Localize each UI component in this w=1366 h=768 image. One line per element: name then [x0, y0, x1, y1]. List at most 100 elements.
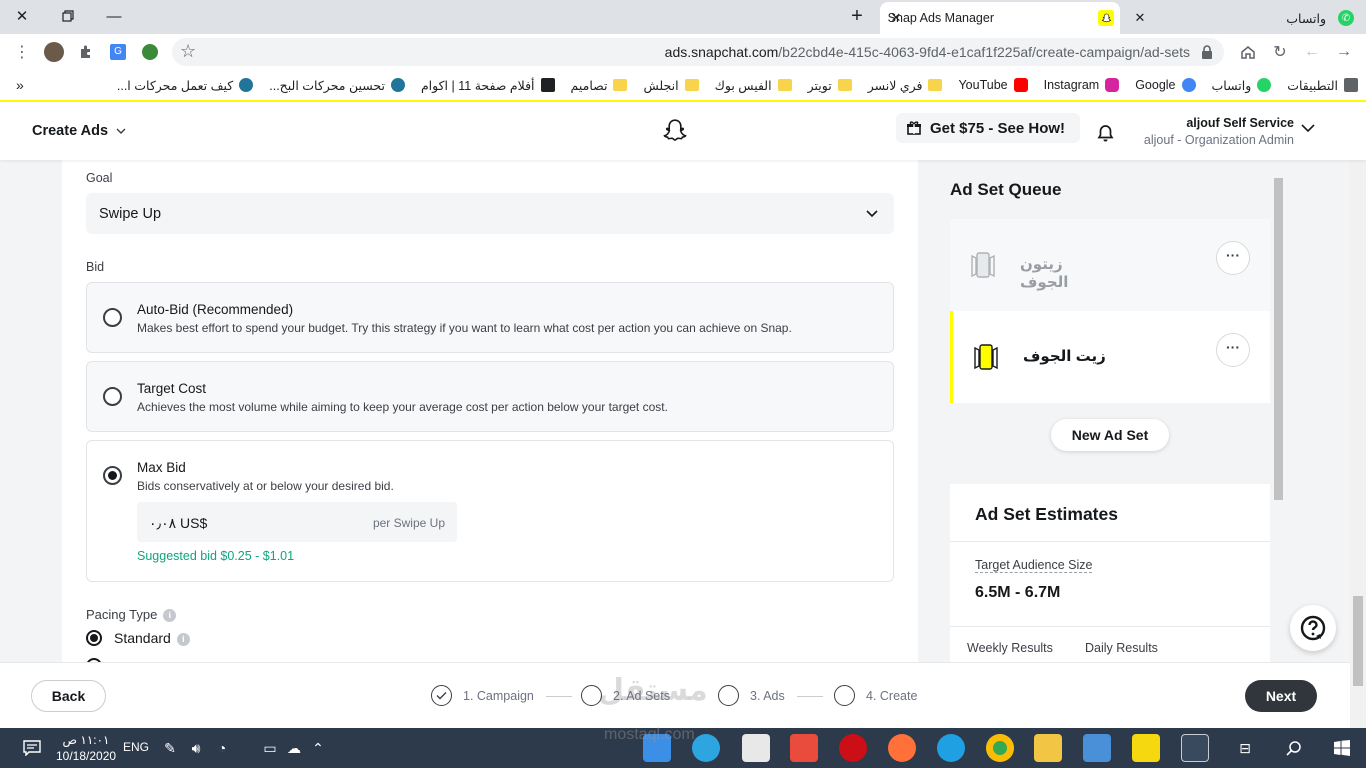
tab-whatsapp[interactable]: ✆ واتساب ✕ [1130, 2, 1360, 34]
bid-option-target-cost[interactable]: Target Cost Achieves the most volume whi… [86, 361, 894, 432]
queue-item-name: زيت الجوف [1023, 348, 1106, 365]
firefox-icon[interactable] [888, 734, 916, 762]
info-icon[interactable]: i [176, 632, 190, 646]
bookmark-item[interactable]: أفلام صفحة 11 | اكوام [421, 78, 555, 93]
notifications-bell-icon[interactable] [1097, 124, 1114, 142]
notifications-icon[interactable] [20, 736, 44, 760]
mail-icon[interactable] [1083, 734, 1111, 762]
pacing-standard-radio[interactable] [86, 630, 102, 646]
input-language-indicator[interactable]: ENG [123, 740, 149, 754]
bookmark-item[interactable]: كيف تعمل محركات ا... [117, 78, 254, 93]
create-ads-menu[interactable]: Create Ads [32, 123, 126, 139]
taskbar-app-icon[interactable] [790, 734, 818, 762]
step-ads[interactable]: 3. Ads [718, 685, 785, 706]
bookmark-item[interactable]: تويتر [808, 78, 852, 93]
bookmark-item[interactable]: انجلش [643, 78, 699, 93]
system-clock[interactable]: ١١:٠١ ص 10/18/2020 [56, 732, 116, 764]
window-restore-icon[interactable] [48, 3, 88, 29]
home-icon[interactable] [1236, 40, 1260, 64]
bookmark-item[interactable]: فري لانسر [868, 78, 943, 93]
divider [950, 626, 1270, 627]
bookmark-item[interactable]: الفيس بوك [715, 78, 792, 93]
step-label: 1. Campaign [463, 688, 534, 703]
auto-bid-radio[interactable] [103, 308, 122, 327]
bid-option-auto[interactable]: Auto-Bid (Recommended) Makes best effort… [86, 282, 894, 353]
forward-arrow-icon[interactable]: → [1332, 40, 1356, 64]
daily-results-tab[interactable]: Daily Results [1085, 641, 1158, 655]
next-button[interactable]: Next [1245, 680, 1317, 712]
account-switcher[interactable]: aljouf Self Service aljouf - Organizatio… [1144, 116, 1294, 147]
profile-avatar[interactable] [42, 40, 66, 64]
new-ad-set-button[interactable]: New Ad Set [1051, 419, 1169, 451]
bookmark-item[interactable]: YouTube [958, 78, 1028, 92]
back-arrow-icon[interactable]: ← [1300, 40, 1324, 64]
chevron-down-icon [866, 210, 878, 218]
bookmark-star-icon[interactable]: ☆ [180, 41, 196, 62]
opera-icon[interactable] [839, 734, 867, 762]
max-bid-input[interactable]: ٠٫٠٨ US$ per Swipe Up [137, 502, 457, 542]
panel-scrollbar-thumb[interactable] [1274, 178, 1283, 500]
store-icon[interactable] [1181, 734, 1209, 762]
sticky-notes-icon[interactable] [1132, 734, 1160, 762]
audience-size-label[interactable]: Target Audience Size [975, 558, 1093, 573]
back-button[interactable]: Back [31, 680, 106, 712]
tab-close-icon[interactable]: ✕ [886, 10, 906, 26]
queue-item-name: زيتون الجوف [1020, 256, 1069, 291]
bookmark-item[interactable]: Google [1135, 78, 1196, 92]
windows-start-icon[interactable] [1330, 736, 1354, 760]
window-close-icon[interactable]: ✕ [2, 3, 42, 29]
help-button[interactable] [1290, 605, 1336, 651]
more-options-icon[interactable]: ··· [1216, 333, 1250, 367]
onedrive-cloud-icon[interactable]: ☁ [282, 736, 306, 760]
step-create[interactable]: 4. Create [834, 685, 917, 706]
page-scrollbar[interactable] [1350, 160, 1366, 728]
task-view-icon[interactable]: ⊟ [1233, 736, 1257, 760]
window-minimize-icon[interactable]: — [94, 3, 134, 29]
menu-kebab-icon[interactable]: ⋮ [10, 40, 34, 64]
file-explorer-icon[interactable] [1034, 734, 1062, 762]
promo-offer-button[interactable]: Get $75 - See How! [896, 113, 1080, 143]
snapchat-ghost-logo-icon[interactable] [662, 118, 688, 146]
edge-icon[interactable] [937, 734, 965, 762]
pacing-type-text: Pacing Type [86, 607, 158, 622]
bookmark-item[interactable]: Instagram [1044, 78, 1120, 92]
search-icon[interactable] [1282, 736, 1306, 760]
panel-scrollbar[interactable] [1271, 173, 1285, 662]
telegram-icon[interactable] [692, 734, 720, 762]
extensions-puzzle-icon[interactable] [74, 40, 98, 64]
queue-item[interactable]: زيت الجوف ··· [950, 311, 1270, 403]
max-bid-radio[interactable] [103, 466, 122, 485]
translate-icon[interactable]: G [106, 40, 130, 64]
info-icon[interactable]: i [163, 609, 177, 623]
pen-icon[interactable]: ✎ [158, 736, 182, 760]
volume-icon[interactable]: 🔊︎ [184, 736, 208, 760]
weekly-results-tab[interactable]: Weekly Results [967, 641, 1053, 655]
show-hidden-icons-chevron-icon[interactable]: ⌃ [306, 736, 330, 760]
queue-item[interactable]: زيتون الجوف ··· [950, 219, 1270, 311]
bookmarks-overflow-button[interactable]: » [16, 77, 24, 93]
network-icon[interactable]: ◔ [210, 736, 234, 760]
step-campaign[interactable]: 1. Campaign [431, 685, 534, 706]
tab-snap-ads-manager[interactable]: Snap Ads Manager ✕ [880, 2, 1120, 34]
new-tab-button[interactable]: + [846, 6, 868, 26]
bookmark-label: تصاميم [570, 78, 608, 93]
extension-icon[interactable] [138, 40, 162, 64]
solitaire-icon[interactable] [742, 734, 770, 762]
chrome-icon[interactable] [986, 734, 1014, 762]
battery-icon[interactable]: ▭ [258, 736, 282, 760]
bookmark-item[interactable]: واتساب [1212, 78, 1272, 93]
more-options-icon[interactable]: ··· [1216, 241, 1250, 275]
bookmark-item[interactable]: التطبيقات [1287, 78, 1358, 93]
address-bar[interactable]: ☆ ads.snapchat.com/b22cbd4e-415c-4063-9f… [172, 38, 1224, 66]
lock-icon[interactable] [1200, 44, 1214, 60]
goal-select[interactable]: Swipe Up [86, 193, 894, 234]
bookmark-item[interactable]: تصاميم [571, 78, 628, 93]
bid-option-max-bid[interactable]: Max Bid Bids conservatively at or below … [86, 440, 894, 582]
step-ad-sets[interactable]: 2. Ad Sets [581, 685, 670, 706]
page-scrollbar-thumb[interactable] [1353, 596, 1363, 686]
reload-icon[interactable]: ↻ [1268, 40, 1292, 64]
bookmark-item[interactable]: تحسين محركات البح... [269, 78, 405, 93]
target-cost-radio[interactable] [103, 387, 122, 406]
account-chevron-down-icon[interactable] [1301, 124, 1315, 132]
tab-close-icon[interactable]: ✕ [1130, 10, 1150, 26]
